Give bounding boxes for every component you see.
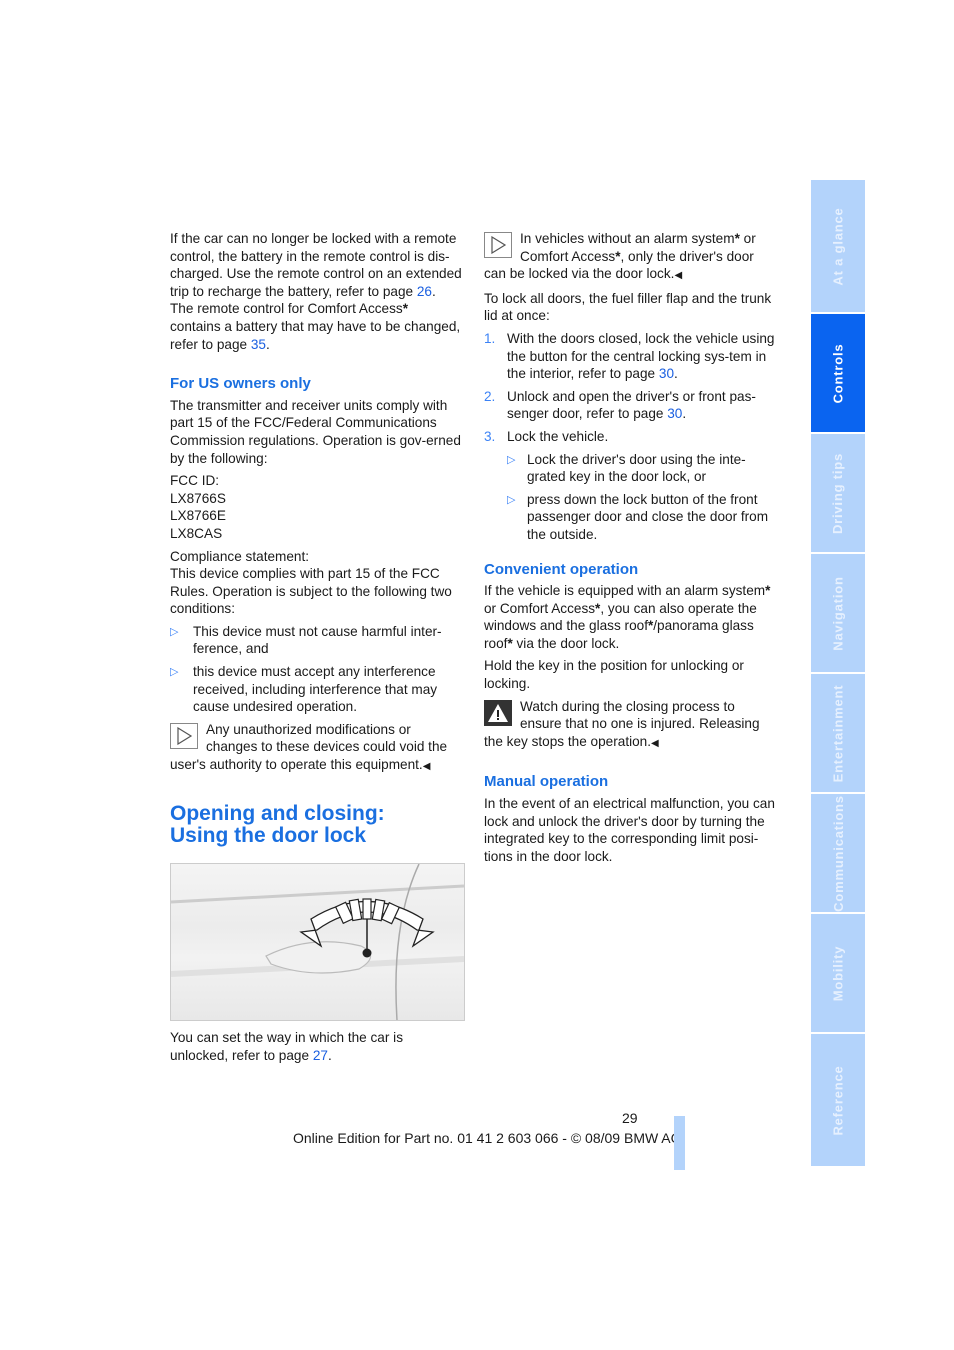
tab-controls[interactable]: Controls — [811, 314, 865, 432]
fcc-ids: FCC ID: LX8766S LX8766E LX8CAS — [170, 473, 226, 541]
note-box: In vehicles without an alarm system* or … — [484, 231, 756, 282]
fcc-paragraph: The transmitter and receiver units compl… — [170, 397, 461, 466]
convenient-operation-heading: Convenient operation — [484, 560, 639, 578]
left-column: If the car can no longer be locked with … — [170, 230, 462, 781]
right-column: In vehicles without an alarm system* or … — [484, 230, 776, 870]
page-link[interactable]: 30 — [659, 366, 674, 381]
sub-list-item: ▷ press down the lock button of the front… — [507, 491, 769, 542]
lock-all-paragraph: To lock all doors, the fuel filler flap … — [484, 290, 772, 324]
page-link[interactable]: 26 — [417, 284, 432, 299]
sub-list-item: ▷ Lock the driver's door using the inte-g… — [507, 451, 746, 485]
manual-paragraph: In the event of an electrical malfunctio… — [484, 796, 775, 864]
bullet-triangle-icon: ▷ — [170, 625, 179, 638]
end-mark-icon: ◀ — [651, 737, 659, 749]
end-mark-icon: ◀ — [674, 270, 683, 282]
tab-reference[interactable]: Reference — [811, 1034, 865, 1166]
door-lock-illustration — [170, 863, 465, 1021]
bullet-triangle-icon: ▷ — [170, 666, 179, 679]
note-box: Any unauthorized modifications or change… — [170, 721, 448, 773]
step-item: 1. With the doors closed, lock the vehicl… — [484, 330, 775, 382]
tab-communications[interactable]: Communications — [811, 794, 865, 912]
tab-mobility[interactable]: Mobility — [811, 914, 865, 1032]
step-item: 3. Lock the vehicle. — [484, 428, 609, 444]
tab-navigation[interactable]: Navigation — [811, 554, 865, 672]
step-item: 2. Unlock and open the driver's or front … — [484, 388, 756, 422]
intro-paragraph: If the car can no longer be locked with … — [170, 231, 462, 352]
asterisk: * — [402, 301, 408, 317]
page-link[interactable]: 30 — [667, 406, 682, 421]
hold-key-paragraph: Hold the key in the position for unlocki… — [484, 658, 744, 692]
page-link[interactable]: 35 — [251, 337, 266, 352]
manual-operation-heading: Manual operation — [484, 773, 609, 791]
section-title: Opening and closing: Using the door lock — [170, 802, 385, 847]
compliance-statement: Compliance statement: This device compli… — [170, 548, 452, 617]
note-icon — [484, 232, 512, 258]
list-item: ▷ This device must not cause harmful inte… — [170, 623, 442, 657]
warning-box: Watch during the closing process to ensu… — [484, 698, 760, 749]
convenient-paragraph: If the vehicle is equipped with an alarm… — [484, 583, 771, 651]
figure-caption: You can set the way in which the car is … — [170, 1030, 403, 1063]
edition-footer: Online Edition for Part no. 01 41 2 603 … — [293, 1130, 682, 1146]
tab-entertainment[interactable]: Entertainment — [811, 674, 865, 792]
bullet-triangle-icon: ▷ — [507, 453, 516, 466]
list-item: ▷ this device must accept any interferenc… — [170, 664, 438, 715]
us-owners-heading: For US owners only — [170, 375, 311, 393]
note-icon — [170, 722, 198, 749]
page-number: 29 — [622, 1110, 638, 1126]
footer-bar — [674, 1116, 685, 1170]
page-link[interactable]: 27 — [313, 1048, 328, 1063]
tab-at-a-glance[interactable]: At a glance — [811, 180, 865, 312]
warning-icon — [484, 699, 512, 726]
end-mark-icon: ◀ — [422, 761, 431, 773]
tab-driving-tips[interactable]: Driving tips — [811, 434, 865, 552]
bullet-triangle-icon: ▷ — [507, 493, 516, 506]
